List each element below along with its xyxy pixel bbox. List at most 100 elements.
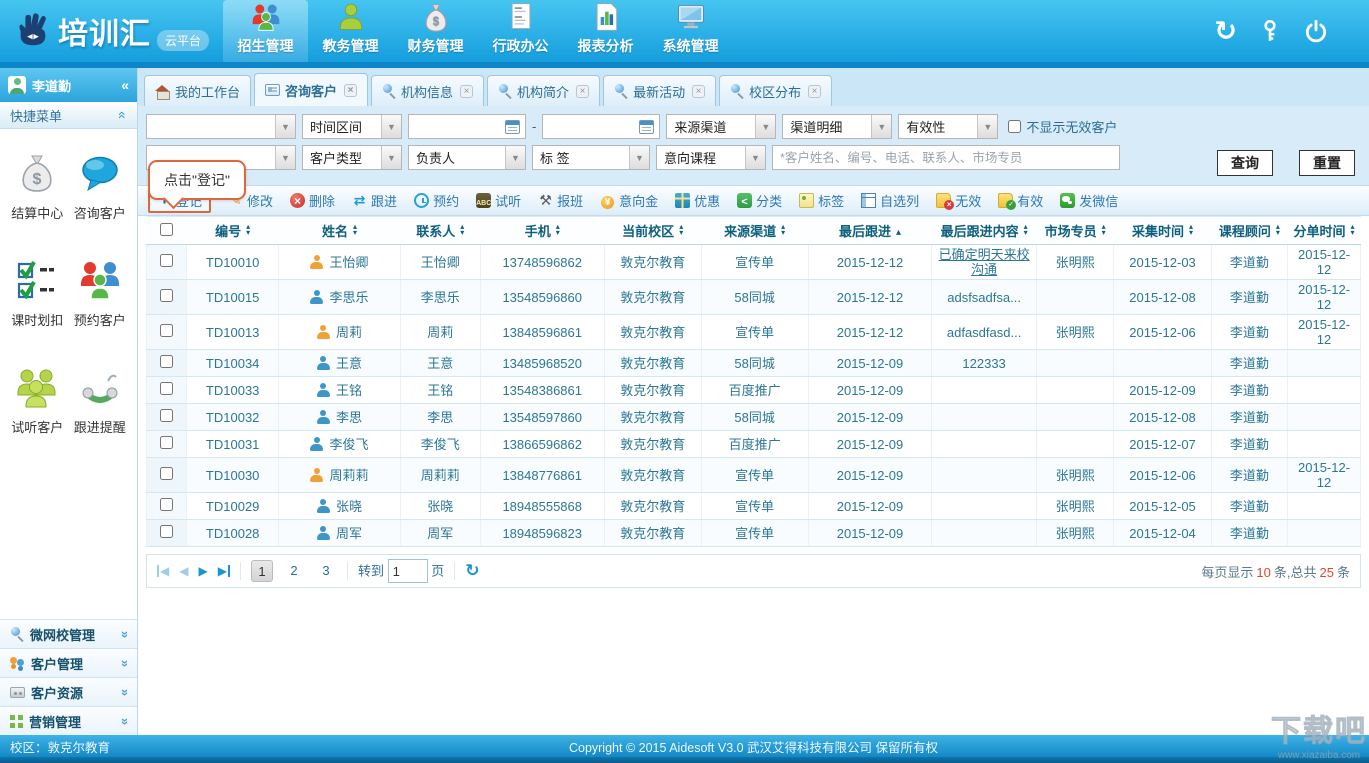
nav-system[interactable]: 系统管理 <box>648 0 733 62</box>
column-header[interactable]: 联系人 <box>400 217 480 245</box>
validity-select[interactable]: 有效性▼ <box>898 114 998 139</box>
tab-org-info[interactable]: 机构信息 <box>371 75 484 106</box>
date-from-input[interactable] <box>408 114 526 139</box>
date-to-input[interactable] <box>542 114 660 139</box>
source-channel-select[interactable]: 来源渠道▼ <box>666 114 776 139</box>
sort-icon[interactable] <box>1276 224 1280 236</box>
row-checkbox[interactable] <box>160 355 173 368</box>
cell-name[interactable]: 王铭 <box>279 377 400 404</box>
mark-invalid-button[interactable]: 无效 <box>936 191 981 210</box>
chevron-down-icon[interactable]: « <box>116 688 131 695</box>
key-icon[interactable] <box>1257 18 1283 44</box>
discount-button[interactable]: 优惠 <box>675 191 720 210</box>
chevron-up-icon[interactable]: « <box>115 111 131 119</box>
follow-up-button[interactable]: 跟进 <box>352 191 397 210</box>
column-header[interactable]: 来源渠道 <box>701 217 808 245</box>
quick-item-consult[interactable]: 咨询客户 <box>74 151 126 222</box>
sort-icon[interactable] <box>1351 224 1355 236</box>
sort-icon[interactable] <box>1102 224 1106 236</box>
cell-name[interactable]: 周莉莉 <box>279 458 400 493</box>
tag-button[interactable]: 标签 <box>799 191 844 210</box>
enroll-button[interactable]: 报班 <box>538 191 583 210</box>
sidebar-item-customer-resources[interactable]: 客户资源 « <box>0 677 137 706</box>
custom-columns-button[interactable]: 自选列 <box>861 191 919 210</box>
row-checkbox[interactable] <box>160 382 173 395</box>
table-row[interactable]: TD10015 李思乐 李思乐 13548596860 敦克尔教育 58同城 2… <box>147 280 1361 315</box>
cell-name[interactable]: 周军 <box>279 520 400 547</box>
cell-name[interactable]: 李俊飞 <box>279 431 400 458</box>
row-checkbox[interactable] <box>160 409 173 422</box>
mark-valid-button[interactable]: 有效 <box>998 191 1043 210</box>
column-header[interactable]: 市场专员 <box>1036 217 1114 245</box>
column-header[interactable]: 最后跟进 <box>808 217 932 245</box>
intended-course-select[interactable]: 意向课程▼ <box>656 145 766 170</box>
cell-name[interactable]: 王意 <box>279 350 400 377</box>
next-page-icon[interactable]: ▶ <box>198 565 207 577</box>
tab-campus-distribution[interactable]: 校区分布 <box>719 75 832 106</box>
row-checkbox[interactable] <box>160 498 173 511</box>
first-page-icon[interactable]: ◀ <box>157 565 169 577</box>
refresh-icon[interactable]: ↻ <box>1214 18 1237 44</box>
category-button[interactable]: 分类 <box>737 191 782 210</box>
quick-item-settlement[interactable]: $ 结算中心 <box>11 151 63 222</box>
audition-button[interactable]: 试听 <box>476 191 521 210</box>
hide-invalid-checkbox[interactable] <box>1008 120 1021 133</box>
sidebar-item-customer-mgmt[interactable]: 客户管理 « <box>0 648 137 677</box>
goto-page-input[interactable] <box>388 559 428 583</box>
chevron-down-icon[interactable]: « <box>116 717 131 724</box>
quick-item-trial[interactable]: 试听客户 <box>11 365 63 436</box>
deposit-button[interactable]: 意向金 <box>600 191 658 210</box>
power-icon[interactable] <box>1303 18 1329 44</box>
row-checkbox[interactable] <box>160 324 173 337</box>
column-header[interactable]: 最后跟进内容 <box>932 217 1036 245</box>
quick-item-appointments[interactable]: 预约客户 <box>74 258 126 329</box>
nav-finance[interactable]: $ 财务管理 <box>393 0 478 62</box>
cell-name[interactable]: 张晓 <box>279 493 400 520</box>
column-header[interactable]: 当前校区 <box>604 217 701 245</box>
select-all-header[interactable] <box>147 217 187 245</box>
table-row[interactable]: TD10033 王铭 王铭 13548386861 敦克尔教育 百度推广 201… <box>147 377 1361 404</box>
page-number[interactable]: 3 <box>315 560 337 582</box>
sort-icon[interactable] <box>246 224 250 236</box>
nav-admin-office[interactable]: 行政办公 <box>478 0 563 62</box>
sort-icon[interactable] <box>1189 224 1193 236</box>
close-icon[interactable] <box>808 85 821 98</box>
table-row[interactable]: TD10013 周莉 周莉 13848596861 敦克尔教育 宣传单 2015… <box>147 315 1361 350</box>
appointment-button[interactable]: 预约 <box>414 191 459 210</box>
nav-academic[interactable]: 教务管理 <box>308 0 393 62</box>
sidebar-collapse-icon[interactable]: « <box>121 77 129 93</box>
cell-name[interactable]: 李思 <box>279 404 400 431</box>
table-row[interactable]: TD10031 李俊飞 李俊飞 13866596862 敦克尔教育 百度推广 2… <box>147 431 1361 458</box>
tag-select[interactable]: 标 签▼ <box>532 145 650 170</box>
table-row[interactable]: TD10028 周军 周军 18948596823 敦克尔教育 宣传单 2015… <box>147 520 1361 547</box>
close-icon[interactable] <box>460 85 473 98</box>
prev-page-icon[interactable]: ◀ <box>179 565 188 577</box>
customer-type-select[interactable]: 客户类型▼ <box>302 145 402 170</box>
row-checkbox[interactable] <box>160 254 173 267</box>
page-number[interactable]: 2 <box>283 560 305 582</box>
chevron-down-icon[interactable]: « <box>116 630 131 637</box>
row-checkbox[interactable] <box>160 436 173 449</box>
calendar-icon[interactable] <box>505 120 520 134</box>
row-checkbox[interactable] <box>160 525 173 538</box>
sort-icon[interactable] <box>679 224 683 236</box>
column-header[interactable]: 课程顾问 <box>1211 217 1287 245</box>
close-icon[interactable] <box>692 85 705 98</box>
cell-name[interactable]: 李思乐 <box>279 280 400 315</box>
keyword-search-input[interactable] <box>772 145 1120 170</box>
user-bar[interactable]: 李道勤 « <box>0 68 137 102</box>
table-row[interactable]: TD10034 王意 王意 13485968520 敦克尔教育 58同城 201… <box>147 350 1361 377</box>
tab-latest-activity[interactable]: 最新活动 <box>603 75 716 106</box>
last-page-icon[interactable]: ▶ <box>218 565 230 577</box>
select-all-checkbox[interactable] <box>160 223 173 236</box>
delete-button[interactable]: 删除 <box>290 191 335 210</box>
filter-select-1[interactable]: ▼ <box>146 114 296 139</box>
table-row[interactable]: TD10030 周莉莉 周莉莉 13848776861 敦克尔教育 宣传单 20… <box>147 458 1361 493</box>
sort-icon[interactable] <box>353 224 357 236</box>
close-icon[interactable] <box>576 85 589 98</box>
time-range-select[interactable]: 时间区间▼ <box>302 114 402 139</box>
query-button[interactable]: 查询 <box>1217 150 1273 176</box>
table-row[interactable]: TD10010 王怡卿 王怡卿 13748596862 敦克尔教育 宣传单 20… <box>147 245 1361 280</box>
quick-item-followup-reminder[interactable]: 跟进提醒 <box>74 365 126 436</box>
tab-consult-customers[interactable]: 咨询客户 <box>254 73 368 106</box>
